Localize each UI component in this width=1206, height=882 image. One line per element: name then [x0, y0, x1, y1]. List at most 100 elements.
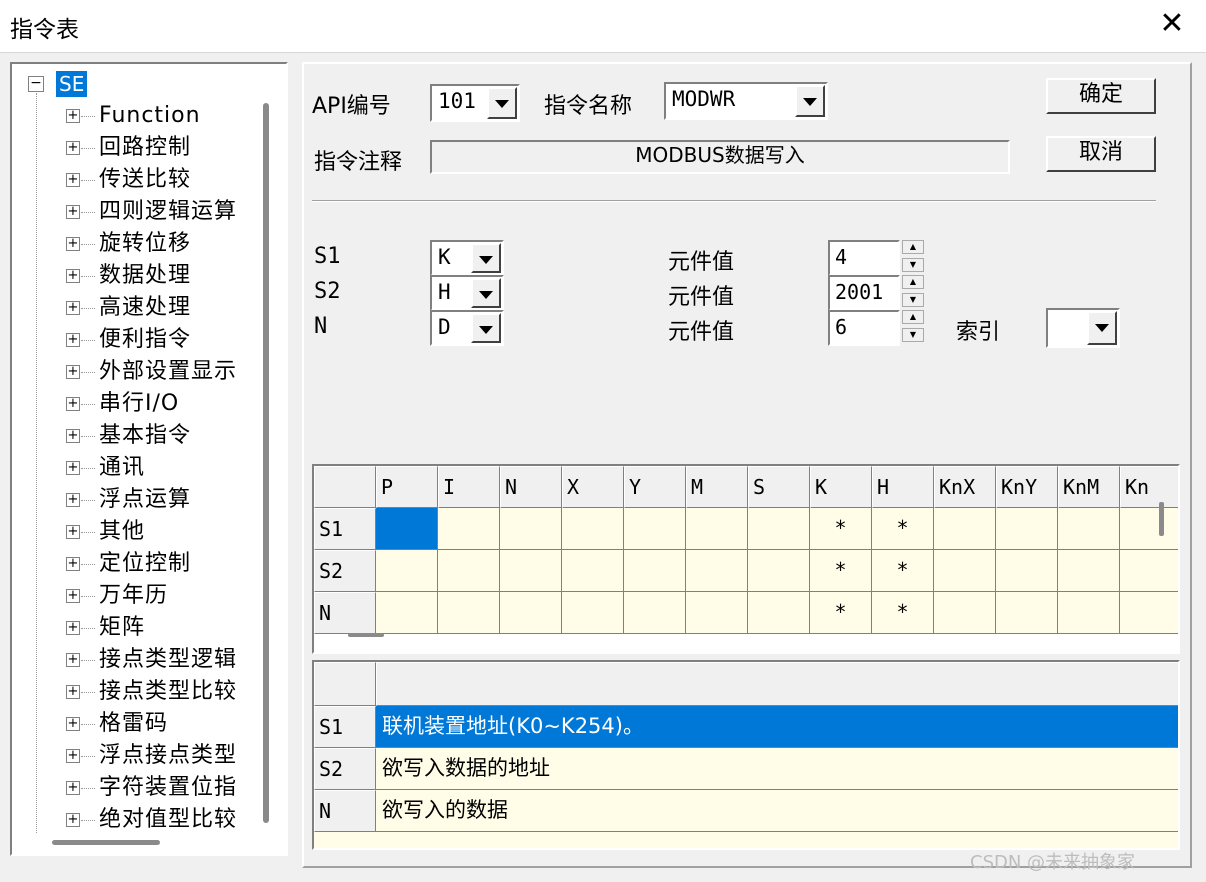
description-cell[interactable]: 欲写入的数据 — [376, 790, 1178, 832]
operand-s1-type-combo[interactable]: K — [430, 240, 504, 276]
table-cell[interactable] — [624, 550, 686, 592]
chevron-down-icon[interactable] — [471, 278, 501, 308]
description-cell[interactable]: 联机装置地址(K0~K254)。 — [376, 706, 1178, 748]
table-cell[interactable] — [1120, 550, 1178, 592]
expand-icon[interactable]: + — [66, 237, 80, 251]
expand-icon[interactable]: + — [66, 429, 80, 443]
table-cell[interactable]: * — [810, 550, 872, 592]
tree-vertical-scrollbar[interactable] — [263, 103, 269, 823]
table-cell[interactable] — [562, 550, 624, 592]
tree-root-se[interactable]: SE — [56, 71, 88, 97]
tree-horizontal-scrollbar[interactable] — [52, 840, 160, 845]
table-cell[interactable] — [996, 592, 1058, 634]
table-cell[interactable] — [934, 592, 996, 634]
table-cell[interactable] — [1120, 508, 1178, 550]
expand-icon[interactable]: + — [66, 333, 80, 347]
expand-icon[interactable]: + — [66, 749, 80, 763]
table-cell[interactable] — [438, 508, 500, 550]
expand-icon[interactable]: + — [66, 397, 80, 411]
tree-item[interactable]: + 回路控制 — [66, 133, 256, 163]
tree-item[interactable]: + 旋转位移 — [66, 229, 256, 259]
spin-up-icon[interactable]: ▲ — [902, 275, 924, 289]
table-cell[interactable] — [748, 508, 810, 550]
table-cell[interactable]: * — [872, 592, 934, 634]
expand-icon[interactable]: + — [66, 173, 80, 187]
chevron-down-icon[interactable] — [1087, 311, 1117, 345]
table-cell[interactable] — [438, 592, 500, 634]
spin-down-icon[interactable]: ▼ — [902, 258, 924, 272]
description-cell[interactable]: 欲写入数据的地址 — [376, 748, 1178, 790]
tree-item[interactable]: + 通讯 — [66, 453, 256, 483]
expand-icon[interactable]: + — [66, 493, 80, 507]
operand-n-spinner[interactable]: ▲ ▼ — [902, 310, 924, 346]
table-cell[interactable] — [934, 508, 996, 550]
spin-up-icon[interactable]: ▲ — [902, 240, 924, 254]
table-cell[interactable] — [996, 508, 1058, 550]
expand-icon[interactable]: + — [66, 365, 80, 379]
table-cell[interactable] — [438, 550, 500, 592]
table-cell[interactable] — [748, 592, 810, 634]
expand-icon[interactable]: + — [66, 653, 80, 667]
tree-item[interactable]: + 定位控制 — [66, 549, 256, 579]
table-cell[interactable]: * — [872, 550, 934, 592]
tree-item[interactable]: + 字符装置位指 — [66, 773, 256, 803]
table-cell[interactable] — [376, 592, 438, 634]
operand-s1-spinner[interactable]: ▲ ▼ — [902, 240, 924, 276]
tree-item[interactable]: + 接点类型比较 — [66, 677, 256, 707]
spin-up-icon[interactable]: ▲ — [902, 310, 924, 324]
index-combo[interactable] — [1046, 308, 1120, 348]
table-cell[interactable] — [500, 508, 562, 550]
tree-item[interactable]: + 格雷码 — [66, 709, 256, 739]
table-cell[interactable] — [686, 508, 748, 550]
table-cell[interactable] — [748, 550, 810, 592]
expand-icon[interactable]: + — [66, 109, 80, 123]
device-table[interactable]: P I N X Y M S K H KnX KnY KnM Kn S1 * * S2 * * N * * — [312, 464, 1180, 654]
table-cell[interactable] — [686, 550, 748, 592]
table-cell[interactable] — [562, 592, 624, 634]
device-table-vertical-scrollbar[interactable] — [1159, 502, 1164, 536]
table-cell[interactable] — [624, 592, 686, 634]
collapse-icon[interactable]: − — [28, 76, 44, 92]
operand-s2-value-input[interactable]: 2001 — [828, 275, 900, 311]
operand-description-table[interactable]: S1 联机装置地址(K0~K254)。 S2 欲写入数据的地址 N 欲写入的数据 — [312, 660, 1180, 850]
table-cell[interactable] — [624, 508, 686, 550]
expand-icon[interactable]: + — [66, 557, 80, 571]
operand-s2-type-combo[interactable]: H — [430, 275, 504, 311]
table-cell[interactable] — [376, 550, 438, 592]
api-number-combo[interactable]: 101 — [430, 84, 520, 122]
table-cell[interactable] — [1120, 592, 1178, 634]
tree-item[interactable]: + 矩阵 — [66, 613, 256, 643]
close-icon[interactable]: ✕ — [1154, 6, 1190, 42]
spin-down-icon[interactable]: ▼ — [902, 293, 924, 307]
operand-s2-spinner[interactable]: ▲ ▼ — [902, 275, 924, 311]
ok-button[interactable]: 确定 — [1046, 78, 1156, 114]
table-cell[interactable]: * — [810, 508, 872, 550]
expand-icon[interactable]: + — [66, 813, 80, 827]
table-cell[interactable] — [500, 550, 562, 592]
table-cell[interactable] — [996, 550, 1058, 592]
table-cell[interactable] — [500, 592, 562, 634]
tree-item[interactable]: + 接点类型逻辑 — [66, 645, 256, 675]
chevron-down-icon[interactable] — [471, 313, 501, 343]
table-cell[interactable] — [934, 550, 996, 592]
tree-item[interactable]: + 串行I/O — [66, 389, 256, 419]
tree-item[interactable]: + 万年历 — [66, 581, 256, 611]
table-cell[interactable] — [1058, 592, 1120, 634]
tree-item[interactable]: + 数据处理 — [66, 261, 256, 291]
tree-item[interactable]: + 便利指令 — [66, 325, 256, 355]
expand-icon[interactable]: + — [66, 589, 80, 603]
table-cell[interactable]: * — [810, 592, 872, 634]
expand-icon[interactable]: + — [66, 781, 80, 795]
expand-icon[interactable]: + — [66, 525, 80, 539]
table-cell[interactable] — [562, 508, 624, 550]
operand-s1-value-input[interactable]: 4 — [828, 240, 900, 276]
tree-item[interactable]: + 四则逻辑运算 — [66, 197, 256, 227]
tree-item[interactable]: + 浮点运算 — [66, 485, 256, 515]
tree-item[interactable]: + 高速处理 — [66, 293, 256, 323]
expand-icon[interactable]: + — [66, 141, 80, 155]
tree-item[interactable]: + 基本指令 — [66, 421, 256, 451]
tree-item[interactable]: + Function — [66, 101, 256, 131]
expand-icon[interactable]: + — [66, 205, 80, 219]
tree-item[interactable]: + 绝对值型比较 — [66, 805, 256, 835]
chevron-down-icon[interactable] — [795, 85, 825, 117]
